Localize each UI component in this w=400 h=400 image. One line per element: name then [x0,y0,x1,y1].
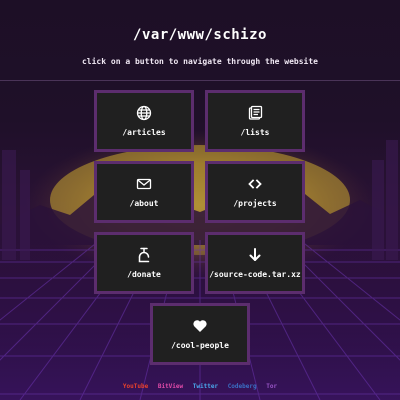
projects-button[interactable]: /projects [205,161,305,223]
footer-link-bitview[interactable]: BitView [158,383,183,390]
donate-label: /donate [127,270,161,279]
footer-link-codeberg[interactable]: Codeberg [228,383,257,390]
code-brackets-icon [247,176,263,192]
cool-people-button[interactable]: /cool-people [150,303,250,365]
about-label: /about [129,199,159,208]
articles-label: /articles [122,128,166,137]
donate-button[interactable]: /donate [94,232,194,294]
source-code-label: /source-code.tar.xz [209,270,301,279]
footer-link-twitter[interactable]: Twitter [193,383,218,390]
about-button[interactable]: /about [94,161,194,223]
header-divider [0,80,400,81]
globe-icon [136,105,152,121]
footer-link-youtube[interactable]: YouTube [123,383,148,390]
cool-people-label: /cool-people [171,341,229,350]
lists-button[interactable]: /lists [205,90,305,152]
monero-icon [136,247,152,263]
lists-label: /lists [240,128,270,137]
source-code-button[interactable]: /source-code.tar.xz [205,232,305,294]
notes-icon [247,105,263,121]
envelope-icon [136,176,152,192]
page-title: /var/www/schizo [133,27,267,43]
articles-button[interactable]: /articles [94,90,194,152]
download-arrow-icon [247,247,263,263]
projects-label: /projects [233,199,277,208]
heart-icon [192,318,208,334]
footer-link-tor[interactable]: Tor [266,383,277,390]
footer-links: YouTube BitView Twitter Codeberg Tor [0,383,400,390]
page-subtitle: click on a button to navigate through th… [81,57,318,66]
